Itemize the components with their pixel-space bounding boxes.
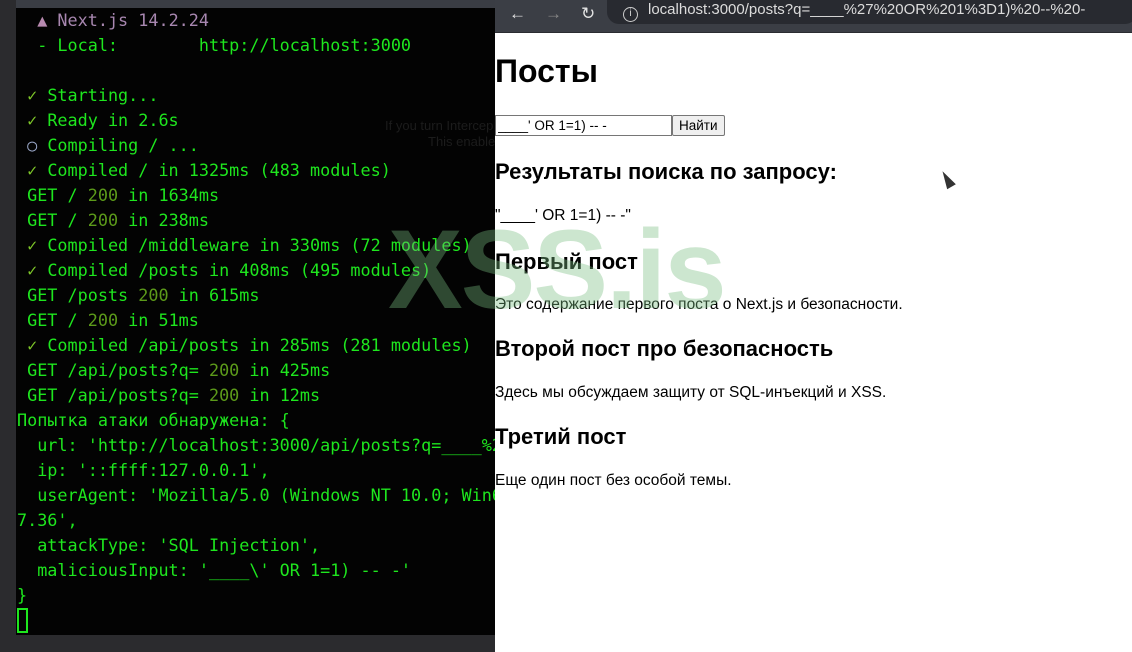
terminal-line: ✓ Compiled /middleware in 330ms (72 modu…	[17, 233, 472, 258]
terminal-cursor	[17, 608, 28, 633]
terminal-text: - Local: http://localhost:3000	[17, 35, 412, 55]
terminal-text: in 615ms	[168, 285, 260, 305]
terminal-line: maliciousInput: '____\' OR 1=1) -- -'	[17, 558, 411, 583]
terminal-text: 7.36',	[17, 510, 78, 530]
ghost-text: This enable	[428, 134, 495, 149]
terminal-line: ✓ Compiled /posts in 408ms (495 modules)	[17, 258, 431, 283]
terminal-text: Next.js 14.2.24	[47, 10, 209, 30]
terminal-text: ip: '::ffff:127.0.0.1',	[17, 460, 270, 480]
post-title: Второй пост про безопасность	[495, 336, 834, 361]
page-title: Посты	[495, 53, 598, 89]
terminal-text: 200	[208, 385, 240, 405]
terminal-line: GET /api/posts?q= 200 in 425ms	[17, 358, 330, 383]
terminal-line: Попытка атаки обнаружена: {	[17, 408, 290, 433]
terminal-line: ○ Compiling / ...	[17, 133, 199, 158]
terminal-line: GET /posts 200 in 615ms	[17, 283, 260, 308]
terminal-line: GET / 200 in 1634ms	[17, 183, 219, 208]
terminal-line: ✓ Starting...	[17, 83, 158, 108]
terminal-text: Starting...	[37, 85, 159, 105]
forward-icon[interactable]: →	[545, 4, 562, 24]
post-title: Третий пост	[495, 424, 627, 449]
terminal-text: ✓	[27, 235, 38, 255]
ghost-text: If you turn Intercep	[385, 118, 494, 133]
terminal-line: url: 'http://localhost:3000/api/posts?q=…	[17, 433, 495, 458]
terminal-text: 200	[87, 185, 119, 205]
info-icon[interactable]: i	[623, 7, 638, 22]
terminal-line: ✓ Ready in 2.6s	[17, 108, 179, 133]
terminal-text: Compiled /api/posts in 285ms (281 module…	[37, 335, 472, 355]
terminal-text: ▲	[37, 10, 48, 30]
terminal-line: ip: '::ffff:127.0.0.1',	[17, 458, 270, 483]
terminal-line: GET / 200 in 238ms	[17, 208, 209, 233]
terminal-text: Compiled /middleware in 330ms (72 module…	[37, 235, 472, 255]
terminal-line: GET / 200 in 51ms	[17, 308, 199, 333]
terminal-text: Ready in 2.6s	[37, 110, 179, 130]
terminal-text: in 51ms	[118, 310, 199, 330]
results-heading: Результаты поиска по запросу:	[495, 159, 837, 184]
terminal-line: - Local: http://localhost:3000	[17, 33, 411, 58]
terminal-text: GET /	[17, 310, 88, 330]
terminal-text: Compiled /posts in 408ms (495 modules)	[37, 260, 432, 280]
terminal-text: Попытка атаки обнаружена: {	[17, 410, 290, 430]
reload-icon[interactable]: ↻	[581, 4, 595, 24]
terminal[interactable]: If you turn Intercep This enable ▲ Next.…	[16, 8, 495, 635]
query-echo: "____' OR 1=1) -- -"	[495, 207, 631, 224]
terminal-text: GET /	[17, 210, 88, 230]
address-bar[interactable]: i localhost:3000/posts?q=____%27%20OR%201…	[607, 0, 1132, 24]
terminal-line: attackType: 'SQL Injection',	[17, 533, 320, 558]
terminal-text: 200	[87, 310, 119, 330]
terminal-line: GET /api/posts?q= 200 in 12ms	[17, 383, 320, 408]
search-button[interactable]: Найти	[672, 115, 725, 136]
terminal-text: userAgent: 'Mozilla/5.0 (Windows NT 10.0…	[17, 485, 495, 505]
terminal-text: 200	[208, 360, 240, 380]
url-text: localhost:3000/posts?q=____%27%20OR%201%…	[648, 1, 1086, 18]
terminal-titlebar	[16, 0, 495, 8]
terminal-text: ✓	[27, 110, 38, 130]
terminal-line: ✓ Compiled / in 1325ms (483 modules)	[17, 158, 391, 183]
terminal-text: ○	[27, 135, 38, 155]
terminal-line: 7.36',	[17, 508, 78, 533]
terminal-text: Compiled / in 1325ms (483 modules)	[37, 160, 391, 180]
back-icon[interactable]: ←	[509, 4, 526, 24]
post-body: Здесь мы обсуждаем защиту от SQL-инъекци…	[495, 384, 887, 401]
terminal-line: }	[17, 583, 27, 608]
post-title: Первый пост	[495, 249, 638, 274]
terminal-text: Compiling / ...	[37, 135, 199, 155]
browser-toolbar: ← → ↻ i localhost:3000/posts?q=____%27%20…	[495, 0, 1132, 33]
terminal-text: }	[17, 585, 28, 605]
terminal-text: ✓	[27, 85, 38, 105]
terminal-text: GET /posts	[17, 285, 139, 305]
terminal-text: in 425ms	[239, 360, 331, 380]
browser-window: ← → ↻ i localhost:3000/posts?q=____%27%20…	[495, 0, 1132, 652]
search-input[interactable]	[495, 115, 672, 136]
terminal-text: GET /api/posts?q=	[17, 385, 209, 405]
terminal-line: userAgent: 'Mozilla/5.0 (Windows NT 10.0…	[17, 483, 495, 508]
terminal-text: url: 'http://localhost:3000/api/posts?q=…	[17, 435, 495, 455]
terminal-text: GET /	[17, 185, 88, 205]
terminal-text: ✓	[27, 260, 38, 280]
terminal-text: ✓	[27, 335, 38, 355]
terminal-text: ✓	[27, 160, 38, 180]
terminal-line: ✓ Compiled /api/posts in 285ms (281 modu…	[17, 333, 472, 358]
post-body: Еще один пост без особой темы.	[495, 472, 732, 489]
terminal-text: in 238ms	[118, 210, 209, 230]
terminal-text: maliciousInput: '____\' OR 1=1) -- -'	[17, 560, 412, 580]
terminal-text: in 12ms	[239, 385, 321, 405]
terminal-text: 200	[87, 210, 119, 230]
terminal-text: GET /api/posts?q=	[17, 360, 209, 380]
terminal-text: 200	[138, 285, 169, 305]
terminal-text: attackType: 'SQL Injection',	[17, 535, 321, 555]
terminal-line: ▲ Next.js 14.2.24	[17, 8, 209, 33]
terminal-text: in 1634ms	[118, 185, 220, 205]
post-body: Это содержание первого поста о Next.js и…	[495, 296, 903, 313]
